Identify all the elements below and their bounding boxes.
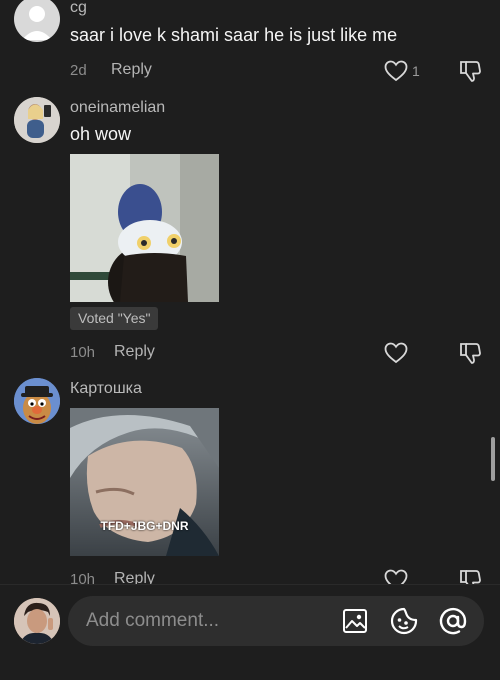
comment-sticker[interactable] [70,154,219,302]
comment-item: cg saar i love k shami saar he is just l… [0,0,500,90]
like-count: 1 [412,63,420,79]
comment-time: 2d [70,62,87,79]
comment-input[interactable] [86,596,326,646]
image-icon[interactable] [342,608,368,634]
comment-username[interactable]: cg [70,0,87,17]
emoji-icon[interactable] [390,607,418,635]
heart-icon[interactable] [384,60,408,82]
comment-username[interactable]: Картошка [70,380,142,398]
reply-button[interactable]: Reply [114,343,155,361]
avatar[interactable] [14,0,60,42]
comment-image[interactable]: TFD+JBG+DNR [70,408,219,556]
comment-text: oh wow [70,124,132,144]
comment-time: 10h [70,344,96,361]
heart-icon[interactable] [384,342,408,364]
user-photo-avatar [14,598,60,644]
user-photo-avatar [14,97,60,143]
vote-badge: Voted "Yes" [70,307,159,330]
thumbs-down-icon[interactable] [458,59,482,83]
portrait-image-icon [70,408,219,556]
media-caption: TFD+JBG+DNR [100,519,189,533]
comment-input-container [68,596,484,646]
thumbs-down-icon[interactable] [458,341,482,365]
potato-head-avatar [14,378,60,424]
reply-button[interactable]: Reply [111,61,152,79]
comment-item: oneinamelian oh wow Voted "Yes" 10h Repl… [0,90,500,375]
avatar[interactable] [14,378,60,424]
owl-sticker-icon [70,154,219,302]
default-avatar-icon [22,6,52,40]
comment-composer [0,584,500,680]
comment-item: Картошка TFD+JBG+DNR 10h Reply [0,375,500,591]
current-user-avatar[interactable] [14,598,60,644]
comment-username[interactable]: oneinamelian [70,99,165,117]
comment-text: saar i love k shami saar he is just like… [70,25,398,45]
scrollbar[interactable] [491,437,495,481]
avatar[interactable] [14,97,60,143]
mention-icon[interactable] [439,607,467,635]
